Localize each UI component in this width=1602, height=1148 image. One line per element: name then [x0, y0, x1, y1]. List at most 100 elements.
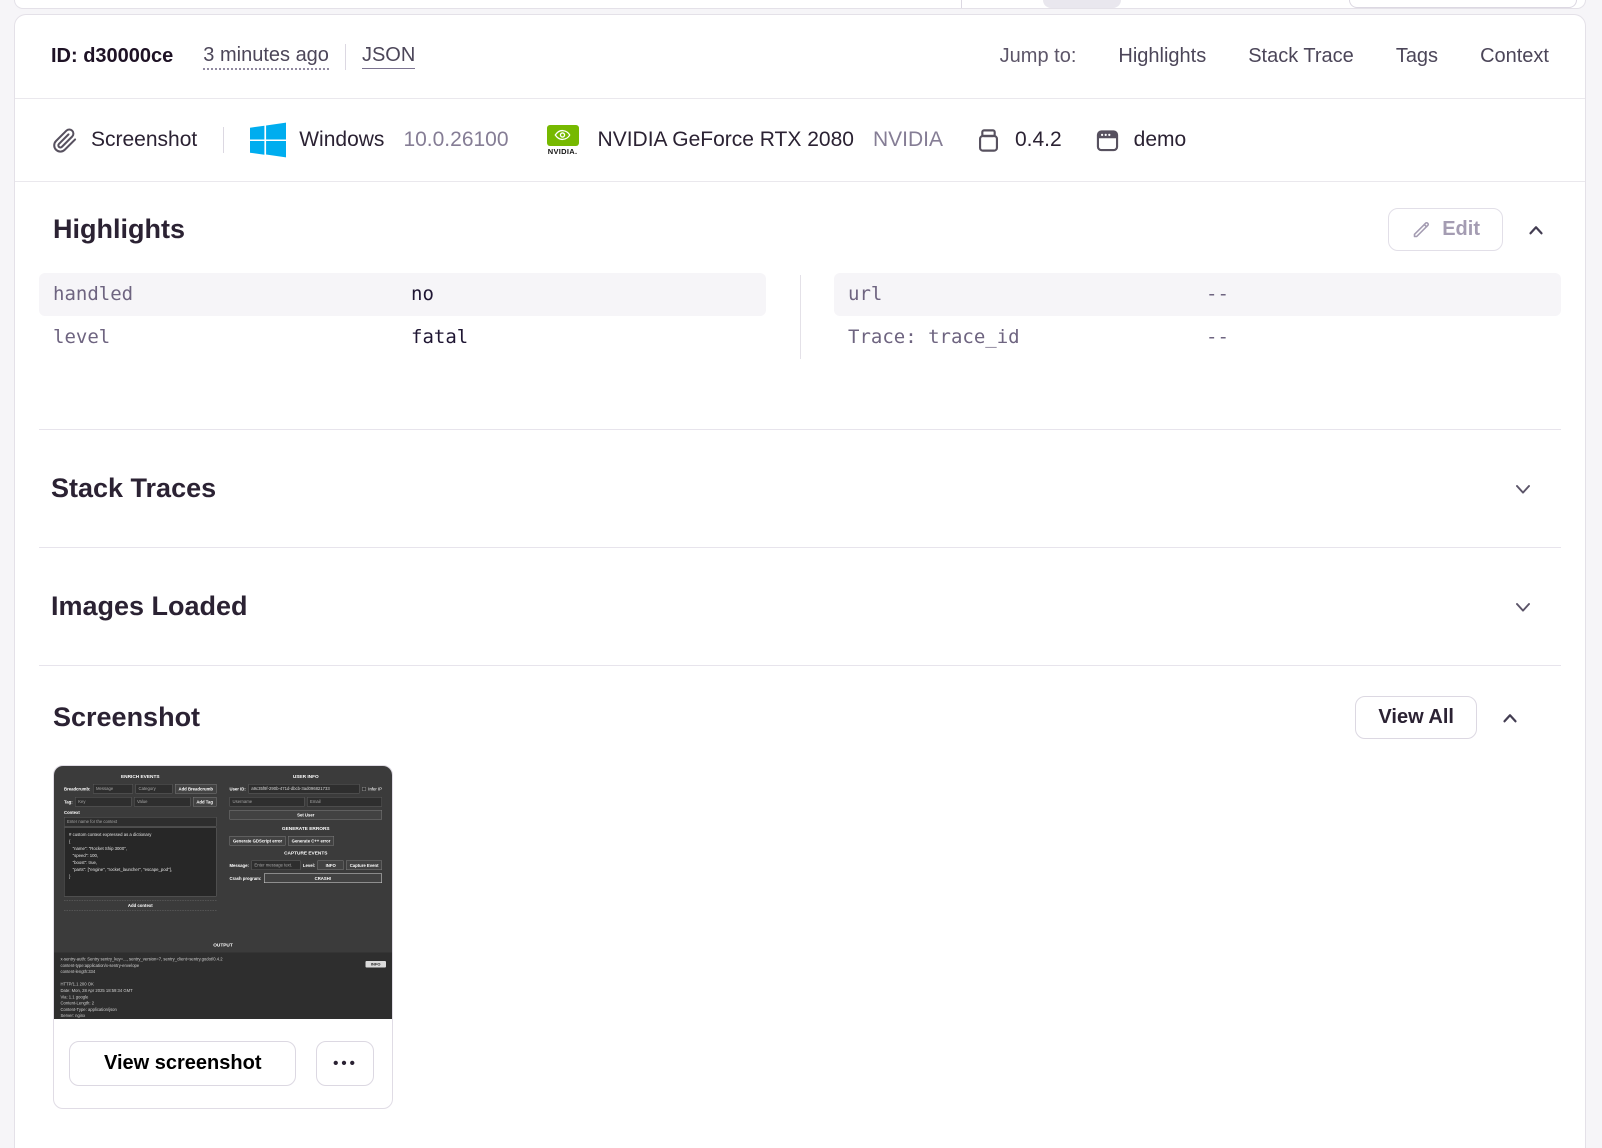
screenshot-more-button[interactable]: ••• — [316, 1041, 375, 1086]
app-gdscript-error-button: Generate GDScript error — [229, 836, 286, 846]
previous-card-sliver — [14, 0, 1586, 9]
highlight-value: -- — [1206, 283, 1229, 305]
gpu-pill[interactable]: NVIDIA. NVIDIA GeForce RTX 2080 NVIDIA — [541, 124, 943, 156]
highlights-title: Highlights — [53, 214, 185, 244]
app-user-id-input: a9c35f9f-290b-471d-dbcb-3ad096821733 — [248, 784, 360, 794]
paperclip-icon — [51, 127, 78, 154]
app-add-tag-button: Add Tag — [192, 797, 217, 807]
app-enrich-panel: ENRICH EVENTS Breadcrumb: Message Catego… — [64, 772, 217, 911]
nav-context[interactable]: Context — [1480, 45, 1549, 68]
app-output-log: x-sentry-auth: Sentry sentry_key=..., se… — [60, 956, 223, 1019]
app-generate-errors-title: GENERATE ERRORS — [281, 826, 330, 832]
os-version: 10.0.26100 — [403, 128, 509, 151]
chevron-up-icon — [1499, 707, 1521, 729]
collapse-highlights-button[interactable] — [1525, 219, 1547, 241]
screenshot-section: Screenshot View All ENRICH EVENTS Breadc… — [15, 666, 1585, 1109]
gpu-vendor: NVIDIA — [872, 128, 943, 151]
highlight-key: url — [848, 283, 883, 305]
view-screenshot-button[interactable]: View screenshot — [69, 1041, 297, 1086]
jump-to-label: Jump to: — [999, 45, 1077, 67]
highlight-row-trace-id: Trace: trace_id -- — [834, 316, 1561, 359]
chevron-down-icon — [1511, 595, 1535, 619]
environment-name: demo — [1133, 128, 1187, 151]
nvidia-wordmark: NVIDIA. — [547, 146, 578, 156]
images-loaded-title: Images Loaded — [51, 591, 248, 621]
gpu-name: NVIDIA GeForce RTX 2080 — [597, 128, 854, 151]
pencil-icon — [1411, 219, 1432, 240]
app-level-select: INFO — [317, 860, 344, 870]
app-cpp-error-button: Generate C++ error — [288, 836, 334, 846]
app-email-input: Email — [307, 797, 382, 807]
embedded-app-screenshot: ENRICH EVENTS Breadcrumb: Message Catego… — [54, 766, 392, 1019]
os-pill[interactable]: Windows 10.0.26100 — [250, 122, 509, 158]
divider — [961, 0, 962, 8]
nav-tags[interactable]: Tags — [1396, 45, 1438, 68]
app-user-info-title: USER INFO — [292, 774, 319, 780]
nav-stack-trace[interactable]: Stack Trace — [1248, 45, 1354, 68]
attachment-label: Screenshot — [91, 128, 198, 151]
event-timestamp-link[interactable]: 3 minutes ago — [203, 44, 329, 70]
app-crash-button: CRASH! — [263, 873, 382, 883]
screenshot-thumbnail-image[interactable]: ENRICH EVENTS Breadcrumb: Message Catego… — [54, 766, 392, 1019]
app-message-text-input: Enter message text. — [251, 860, 301, 870]
app-output-panel: OUTPUT x-sentry-auth: Sentry sentry_key=… — [54, 943, 392, 1019]
environment-pill[interactable]: demo — [1094, 127, 1187, 154]
highlight-key: level — [53, 326, 111, 348]
app-capture-event-button: Capture Event — [346, 860, 382, 870]
app-crash-label: Crash program: — [229, 875, 262, 881]
collapse-screenshot-button[interactable] — [1499, 707, 1521, 729]
screenshot-title: Screenshot — [53, 702, 201, 732]
app-infer-ip-checkbox — [361, 786, 366, 791]
divider — [344, 43, 346, 70]
nav-highlights[interactable]: Highlights — [1118, 45, 1206, 68]
edit-button-label: Edit — [1442, 218, 1480, 240]
app-tag-label: Tag: — [64, 799, 73, 805]
release-pill[interactable]: 0.4.2 — [975, 127, 1062, 154]
highlights-table: handled no level fatal url -- Trace: tra… — [39, 273, 1561, 359]
cutoff-button — [1349, 0, 1577, 8]
event-header: ID: d30000ce 3 minutes ago JSON Jump to:… — [15, 15, 1585, 99]
highlight-value: -- — [1206, 326, 1229, 348]
app-output-info-badge: INFO — [365, 961, 386, 968]
event-id: ID: d30000ce — [51, 45, 174, 67]
os-name: Windows — [299, 128, 385, 151]
app-category-input: Category — [135, 784, 173, 794]
highlight-row-url: url -- — [834, 273, 1561, 316]
view-all-button[interactable]: View All — [1355, 696, 1477, 739]
app-context-label: Context — [64, 810, 80, 815]
chevron-up-icon — [1525, 219, 1547, 241]
app-enrich-title: ENRICH EVENTS — [120, 774, 160, 780]
highlight-key: handled — [53, 283, 134, 305]
chevron-down-icon — [1511, 477, 1535, 501]
cutoff-element — [1043, 0, 1121, 8]
highlight-row-handled: handled no — [39, 273, 766, 316]
stack-traces-section-header: Stack Traces — [15, 430, 1585, 547]
app-add-context-button: Add context — [64, 900, 217, 911]
nvidia-logo-icon: NVIDIA. — [541, 124, 585, 156]
app-context-name-input: Enter name for the context — [64, 817, 217, 827]
event-meta-row: Screenshot Windows 10.0.26100 NVIDIA. NV… — [15, 99, 1585, 182]
edit-highlights-button[interactable]: Edit — [1388, 208, 1503, 251]
release-box-icon — [975, 127, 1002, 154]
stack-traces-title: Stack Traces — [51, 473, 217, 503]
highlight-key: Trace: trace_id — [848, 326, 1020, 348]
app-key-input: Key — [75, 797, 132, 807]
app-username-input: Username — [229, 797, 305, 807]
highlight-row-level: level fatal — [39, 316, 766, 359]
highlight-value: fatal — [411, 326, 469, 348]
app-window-icon — [1094, 127, 1121, 154]
release-version: 0.4.2 — [1014, 128, 1062, 151]
app-message-label: Message: — [229, 862, 249, 868]
screenshot-actions: View screenshot ••• — [54, 1019, 392, 1108]
attachment-pill[interactable]: Screenshot — [51, 127, 197, 154]
app-breadcrumb-label: Breadcrumb: — [64, 786, 91, 792]
jump-to-nav: Jump to: Highlights Stack Trace Tags Con… — [1000, 45, 1549, 68]
expand-images-loaded-button[interactable] — [1511, 595, 1535, 619]
expand-stack-traces-button[interactable] — [1511, 477, 1535, 501]
app-add-breadcrumb-button: Add Breadcrumb — [175, 784, 217, 794]
app-capture-events-title: CAPTURE EVENTS — [284, 850, 328, 857]
app-message-input: Message — [92, 784, 134, 794]
app-user-id-label: User ID: — [229, 786, 246, 792]
app-value-input: Value — [133, 797, 191, 807]
json-link[interactable]: JSON — [361, 44, 416, 69]
